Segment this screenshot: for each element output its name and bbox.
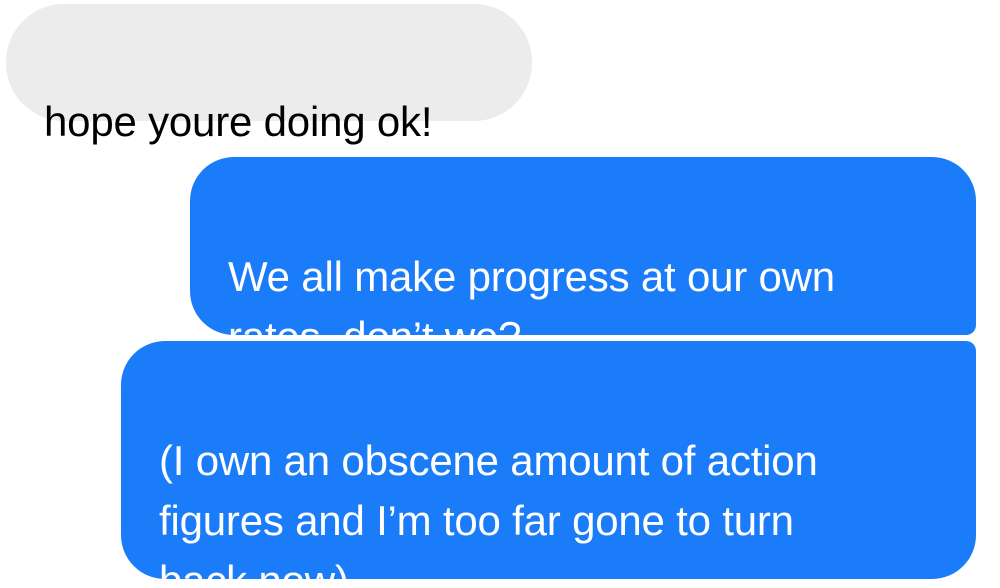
message-text: (I own an obscene amount of action figur… [159,437,818,588]
message-bubble-sent[interactable]: (I own an obscene amount of action figur… [121,341,976,588]
conversation-thread: { "messages": { "incoming": [ { "text": … [0,0,1000,588]
message-text: hope youre doing ok! [44,98,433,145]
message-bubble-sent[interactable]: We all make progress at our own rates, d… [190,157,976,360]
message-bubble-received[interactable]: hope youre doing ok! [6,4,532,145]
